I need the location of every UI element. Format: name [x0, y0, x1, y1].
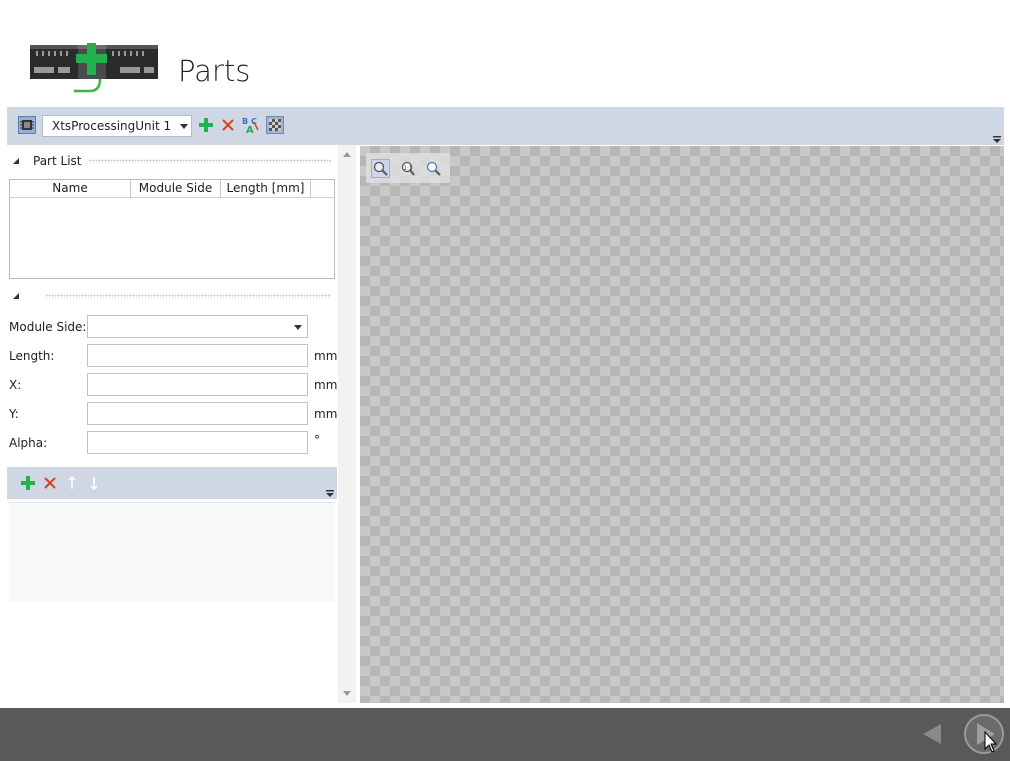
toolbar-overflow-icon[interactable]: [993, 133, 1001, 143]
zoom-toolbar: 1:1: [366, 153, 450, 183]
chevron-down-icon: [180, 124, 188, 129]
page-title: Parts: [178, 54, 251, 88]
part-list-grid-header: Name Module Side Length [mm]: [10, 180, 334, 198]
part-details-header[interactable]: [7, 288, 335, 304]
svg-text:A: A: [246, 125, 254, 134]
move-up-icon[interactable]: [63, 474, 81, 492]
alpha-input[interactable]: [87, 431, 308, 454]
x-input[interactable]: [87, 373, 308, 396]
collapse-icon: [13, 293, 19, 299]
add-icon[interactable]: [19, 474, 37, 492]
chevron-down-icon: [294, 325, 302, 330]
move-down-icon[interactable]: [85, 474, 103, 492]
column-header-length[interactable]: Length [mm]: [221, 180, 311, 198]
length-label: Length:: [9, 349, 55, 363]
processing-unit-value: XtsProcessingUnit 1: [52, 119, 172, 133]
length-input[interactable]: [87, 344, 308, 367]
collapse-icon: [13, 158, 19, 164]
parts-page: Parts XtsProcessingUnit 1 B C A Part Lis…: [0, 0, 1010, 761]
alpha-label: Alpha:: [9, 436, 48, 450]
x-unit: mm: [314, 378, 338, 392]
sub-toolbar: [7, 467, 337, 499]
delete-icon[interactable]: [41, 474, 59, 492]
processing-unit-icon[interactable]: [18, 116, 36, 134]
column-header-module-side[interactable]: Module Side: [131, 180, 221, 198]
zoom-actual-icon[interactable]: 1:1: [398, 159, 417, 178]
scroll-up-icon[interactable]: [343, 152, 351, 157]
module-side-label: Module Side:: [9, 320, 87, 334]
part-list-title: Part List: [33, 154, 82, 168]
part-list-header[interactable]: Part List: [7, 153, 335, 169]
sub-toolbar-overflow-icon[interactable]: [326, 487, 334, 497]
zoom-fit-icon[interactable]: [371, 159, 390, 178]
length-unit: mm: [314, 349, 338, 363]
x-label: X:: [9, 378, 22, 392]
wizard-footer: [0, 708, 1010, 761]
next-page-button[interactable]: [963, 713, 1005, 755]
y-label: Y:: [9, 407, 19, 421]
delete-icon[interactable]: [219, 116, 237, 134]
rename-icon[interactable]: B C A: [242, 116, 260, 134]
processing-unit-select[interactable]: XtsProcessingUnit 1: [42, 115, 192, 137]
module-side-select[interactable]: [87, 315, 308, 338]
column-header-name[interactable]: Name: [10, 180, 131, 198]
section-divider: [89, 159, 331, 163]
left-panel: Part List Name Module Side Length [mm] M…: [7, 145, 337, 703]
scroll-down-icon[interactable]: [343, 691, 351, 696]
previous-page-button[interactable]: [919, 722, 945, 746]
y-input[interactable]: [87, 402, 308, 425]
left-panel-scrollbar[interactable]: [338, 145, 356, 703]
xts-parts-logo: [30, 43, 158, 93]
grid-toggle-icon[interactable]: [266, 116, 284, 134]
main-toolbar: XtsProcessingUnit 1 B C A: [7, 107, 1004, 145]
part-list-grid[interactable]: Name Module Side Length [mm]: [9, 179, 335, 279]
sub-list[interactable]: [9, 502, 335, 602]
alpha-unit: °: [314, 433, 320, 447]
zoom-icon[interactable]: [424, 159, 443, 178]
preview-canvas[interactable]: 1:1: [360, 146, 1004, 703]
section-divider: [45, 294, 331, 298]
add-icon[interactable]: [197, 116, 215, 134]
svg-text:1:1: 1:1: [404, 166, 413, 172]
y-unit: mm: [314, 407, 338, 421]
